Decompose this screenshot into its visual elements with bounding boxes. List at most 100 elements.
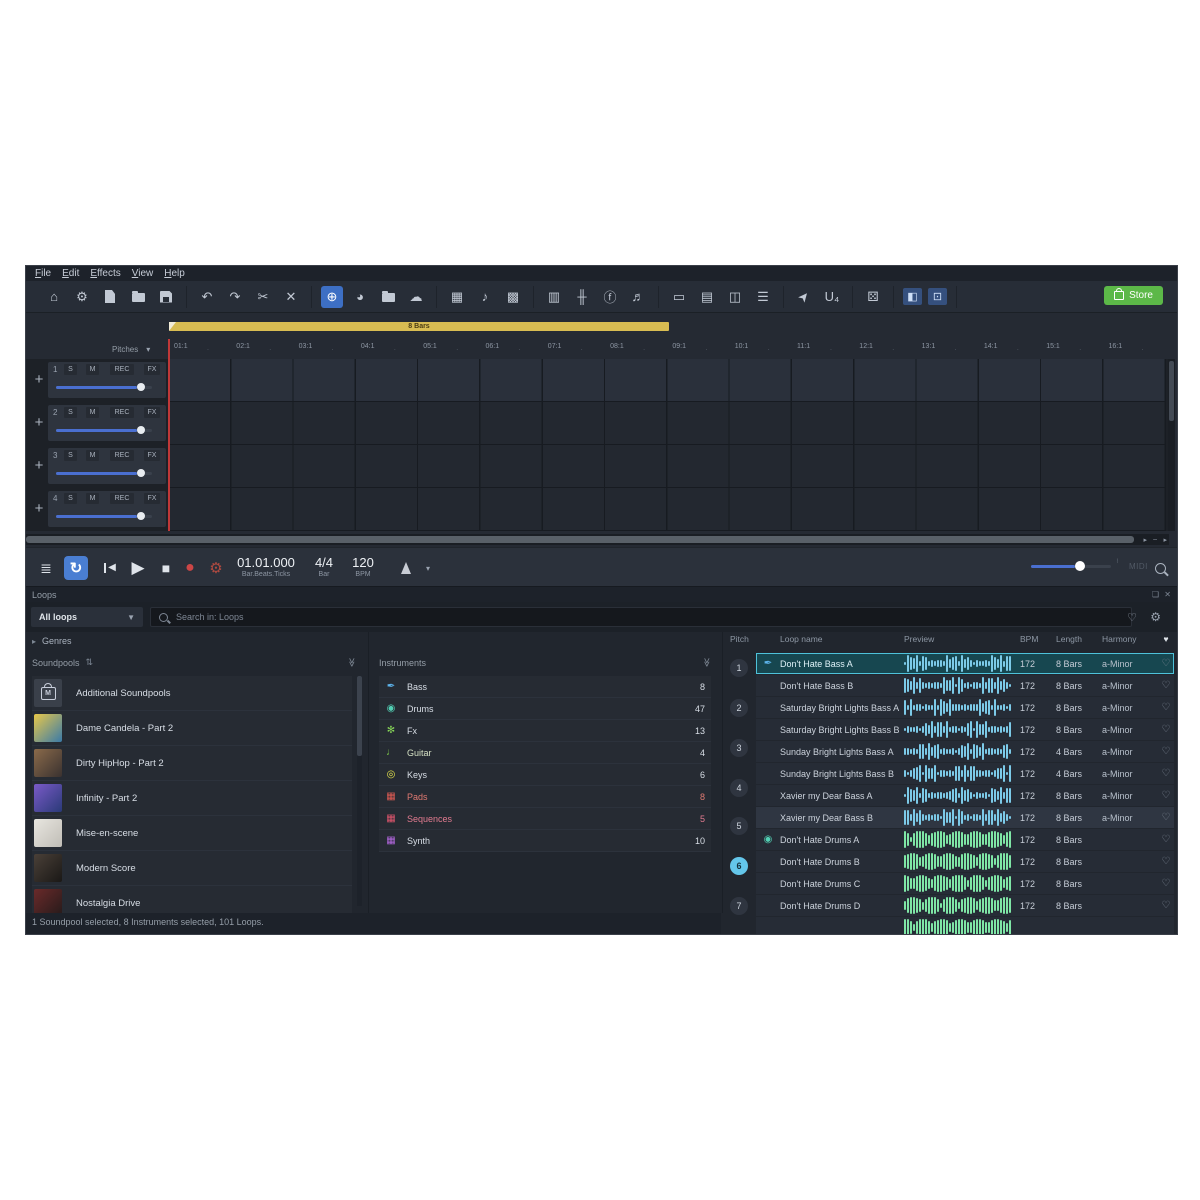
zoom-slider[interactable] bbox=[1031, 565, 1111, 568]
instrument-item-pads[interactable]: ▦Pads8 bbox=[379, 786, 711, 808]
waveform-preview[interactable] bbox=[904, 787, 1020, 805]
track-rec-button[interactable]: REC bbox=[110, 493, 134, 504]
waveform-preview[interactable] bbox=[904, 743, 1020, 761]
pitch-circle-1[interactable]: 1 bbox=[730, 659, 748, 677]
signature-display[interactable]: 4/4 Bar bbox=[309, 555, 339, 578]
soundpool-scroll-thumb[interactable] bbox=[357, 676, 362, 756]
add-track-button[interactable]: + bbox=[32, 457, 46, 474]
hscroll-thumb[interactable] bbox=[26, 536, 1134, 543]
hscroll-arrow[interactable]: ▸ bbox=[1143, 536, 1147, 544]
favorite-heart-icon[interactable]: ♡ bbox=[1158, 790, 1174, 801]
record-button[interactable]: ● bbox=[178, 556, 202, 580]
matrix-icon[interactable]: ▩ bbox=[502, 286, 524, 308]
favorite-heart-icon[interactable]: ♡ bbox=[1158, 680, 1174, 691]
menu-file[interactable]: File bbox=[35, 268, 51, 279]
zoom-search-icon[interactable] bbox=[1148, 556, 1172, 580]
volume-knob[interactable] bbox=[137, 469, 145, 477]
loop-row[interactable]: Don't Hate Drums D1728 Bars♡ bbox=[756, 895, 1174, 916]
video-icon[interactable]: ◫ bbox=[724, 286, 746, 308]
open-project-icon[interactable] bbox=[127, 286, 149, 308]
soundpool-item[interactable]: Mise-en-scene bbox=[32, 816, 352, 851]
mouse-mode-icon[interactable]: ➤ bbox=[789, 281, 820, 312]
hscroll-arrow[interactable]: ▸ bbox=[1163, 536, 1167, 544]
range-mode-icon[interactable]: U₄ bbox=[821, 286, 843, 308]
volume-knob[interactable] bbox=[137, 426, 145, 434]
favorites-column-header[interactable]: ♥ bbox=[1158, 634, 1174, 644]
favorite-heart-icon[interactable]: ♡ bbox=[1158, 702, 1174, 713]
skip-to-start-button[interactable]: ◀ bbox=[98, 556, 122, 580]
volume-knob[interactable] bbox=[137, 512, 145, 520]
delete-icon[interactable]: ✕ bbox=[280, 286, 302, 308]
soundpool-scrollbar[interactable] bbox=[357, 676, 362, 906]
waveform-preview[interactable] bbox=[904, 655, 1020, 673]
favorite-heart-icon[interactable]: ♡ bbox=[1158, 856, 1174, 867]
horizontal-scrollbar[interactable]: ▸–▸ bbox=[26, 534, 1169, 545]
loop-row[interactable]: Xavier my Dear Bass B1728 Barsa-Minor♡ bbox=[756, 807, 1174, 828]
play-button[interactable]: ▶ bbox=[126, 556, 150, 580]
undock-panel-icon[interactable]: ❏ bbox=[1152, 590, 1159, 599]
track-s-button[interactable]: S bbox=[64, 407, 77, 418]
waveform-preview[interactable] bbox=[904, 721, 1020, 739]
waveform-preview[interactable] bbox=[904, 897, 1020, 915]
pitch-circle-6[interactable]: 6 bbox=[730, 857, 748, 875]
track-s-button[interactable]: S bbox=[64, 364, 77, 375]
cut-icon[interactable]: ✂ bbox=[252, 286, 274, 308]
favorite-heart-icon[interactable]: ♡ bbox=[1158, 658, 1174, 669]
instrument-item-synth[interactable]: ▦Synth10 bbox=[379, 830, 711, 852]
position-display[interactable]: 01.01.000 Bar.Beats.Ticks bbox=[226, 555, 306, 578]
menu-effects[interactable]: Effects bbox=[90, 268, 120, 279]
waveform-preview[interactable] bbox=[904, 853, 1020, 871]
randomize-icon[interactable]: ⚄ bbox=[862, 286, 884, 308]
loop-toggle-button[interactable]: ↻ bbox=[64, 556, 88, 580]
track-lane-2[interactable] bbox=[169, 402, 1166, 445]
waveform-preview[interactable] bbox=[904, 919, 1020, 936]
range-start-handle[interactable] bbox=[169, 322, 176, 331]
loop-object-icon[interactable]: ⊕ bbox=[321, 286, 343, 308]
settings-icon[interactable]: ⚙ bbox=[71, 286, 93, 308]
add-track-button[interactable]: + bbox=[32, 500, 46, 517]
soundpool-item[interactable]: Infinity - Part 2 bbox=[32, 781, 352, 816]
add-object-icon[interactable]: ≣ bbox=[34, 556, 58, 580]
close-panel-icon[interactable]: ✕ bbox=[1164, 590, 1171, 599]
track-fx-button[interactable]: FX bbox=[144, 407, 160, 418]
menu-help[interactable]: Help bbox=[164, 268, 185, 279]
instrument-item-drums[interactable]: ◉Drums47 bbox=[379, 698, 711, 720]
loop-range-bar[interactable]: 8 Bars bbox=[169, 322, 669, 331]
sort-icon[interactable]: ⇅ bbox=[86, 657, 94, 668]
vscroll-thumb[interactable] bbox=[1169, 361, 1174, 421]
soundpool-item[interactable]: MAdditional Soundpools bbox=[32, 676, 352, 711]
favorite-heart-icon[interactable]: ♡ bbox=[1158, 724, 1174, 735]
metronome-dropdown-icon[interactable]: ▾ bbox=[416, 556, 440, 580]
track-rec-button[interactable]: REC bbox=[110, 407, 134, 418]
panel-left-icon[interactable]: ◧ bbox=[903, 288, 922, 305]
track-m-button[interactable]: M bbox=[86, 364, 99, 375]
score-icon[interactable]: ♬ bbox=[627, 286, 649, 308]
menu-view[interactable]: View bbox=[132, 268, 154, 279]
loop-row[interactable] bbox=[756, 917, 1174, 935]
track-volume-slider[interactable] bbox=[56, 429, 152, 432]
soundpool-item[interactable]: Nostalgia Drive bbox=[32, 886, 352, 913]
loop-row[interactable]: ✒Don't Hate Bass A1728 Barsa-Minor♡ bbox=[756, 653, 1174, 674]
melody-icon[interactable]: ♪ bbox=[474, 286, 496, 308]
redo-icon[interactable]: ↷ bbox=[224, 286, 246, 308]
playhead[interactable] bbox=[168, 339, 170, 531]
search-input[interactable] bbox=[174, 611, 1123, 623]
track-volume-slider[interactable] bbox=[56, 386, 152, 389]
vertical-scrollbar[interactable] bbox=[1168, 359, 1175, 531]
waveform-preview[interactable] bbox=[904, 765, 1020, 783]
instrument-item-bass[interactable]: ✒Bass8 bbox=[379, 676, 711, 698]
menu-edit[interactable]: Edit bbox=[62, 268, 79, 279]
waveform-preview[interactable] bbox=[904, 677, 1020, 695]
track-m-button[interactable]: M bbox=[86, 407, 99, 418]
favorite-heart-icon[interactable]: ♡ bbox=[1158, 900, 1174, 911]
loop-row[interactable]: Don't Hate Drums B1728 Bars♡ bbox=[756, 851, 1174, 872]
tempo-display[interactable]: 120 BPM bbox=[348, 555, 378, 578]
pitch-circle-4[interactable]: 4 bbox=[730, 779, 748, 797]
add-track-button[interactable]: + bbox=[32, 414, 46, 431]
add-track-button[interactable]: + bbox=[32, 371, 46, 388]
deselect-all-icon[interactable]: ≫ bbox=[346, 658, 357, 667]
soundpools-header[interactable]: Soundpools ⇅ ≫ bbox=[32, 657, 356, 668]
track-fx-button[interactable]: FX bbox=[144, 450, 160, 461]
object-editor-icon[interactable]: ☰ bbox=[752, 286, 774, 308]
favorites-filter-icon[interactable]: ♡ bbox=[1127, 611, 1137, 624]
